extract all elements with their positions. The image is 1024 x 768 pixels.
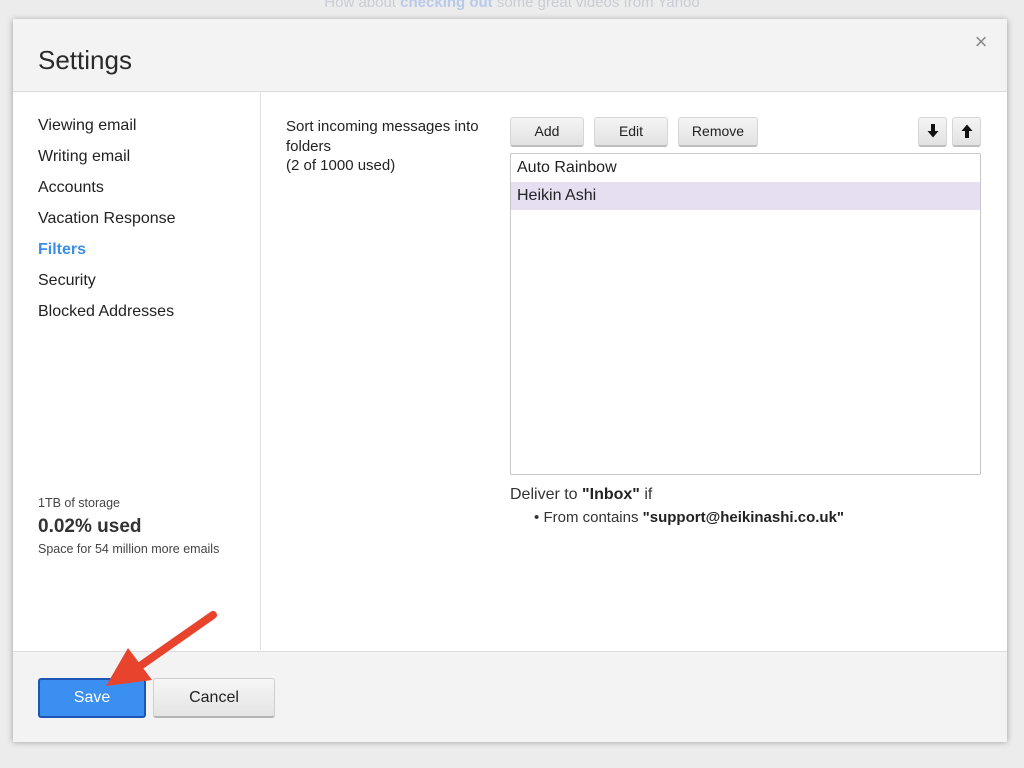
background-promo-text: How about checking out some great videos… [0,0,1024,11]
filter-item-auto-rainbow[interactable]: Auto Rainbow [511,154,980,182]
storage-used: 0.02% used [38,516,142,537]
filters-description-text: Sort incoming messages into folders [286,118,479,155]
sidebar-item-security[interactable]: Security [38,272,96,290]
deliver-suffix: if [639,486,653,503]
move-filter-down-button[interactable] [918,117,947,147]
settings-sidebar: Viewing email Writing email Accounts Vac… [13,92,261,650]
sidebar-item-filters[interactable]: Filters [38,241,86,259]
storage-capacity: 1TB of storage [38,496,120,510]
sidebar-item-writing-email[interactable]: Writing email [38,148,130,166]
sidebar-item-accounts[interactable]: Accounts [38,179,104,197]
dialog-footer: Save Cancel [13,651,1007,742]
filter-condition: • From contains "support@heikinashi.co.u… [534,509,844,526]
storage-remaining: Space for 54 million more emails [38,542,220,556]
arrow-up-icon [961,124,972,138]
promo-text-before: How about [324,0,401,11]
sidebar-item-blocked-addresses[interactable]: Blocked Addresses [38,303,174,321]
filter-list: Auto Rainbow Heikin Ashi [510,153,981,475]
close-icon[interactable]: × [971,31,991,53]
condition-prefix: From contains [543,509,643,526]
condition-bullet: • [534,509,540,526]
filter-deliver-summary: Deliver to "Inbox" if [510,486,652,504]
cancel-button[interactable]: Cancel [153,678,275,718]
save-button[interactable]: Save [38,678,146,718]
dialog-title: Settings [38,45,132,75]
settings-dialog: Settings × Viewing email Writing email A… [13,19,1007,742]
promo-link[interactable]: checking out [400,0,493,11]
filters-usage-count: (2 of 1000 used) [286,157,396,174]
filter-item-heikin-ashi[interactable]: Heikin Ashi [511,182,980,210]
add-filter-button[interactable]: Add [510,117,584,147]
filters-description: Sort incoming messages into folders (2 o… [286,117,486,176]
deliver-folder: "Inbox" [582,486,640,503]
condition-value: "support@heikinashi.co.uk" [642,509,845,526]
dialog-header: Settings × [13,19,1007,92]
remove-filter-button[interactable]: Remove [678,117,758,147]
arrow-down-icon [927,124,938,138]
move-filter-up-button[interactable] [952,117,981,147]
promo-text-after: some great videos from Yahoo [492,0,700,11]
sidebar-item-viewing-email[interactable]: Viewing email [38,117,136,135]
deliver-prefix: Deliver to [510,486,583,503]
edit-filter-button[interactable]: Edit [594,117,668,147]
sidebar-item-vacation-response[interactable]: Vacation Response [38,210,176,228]
